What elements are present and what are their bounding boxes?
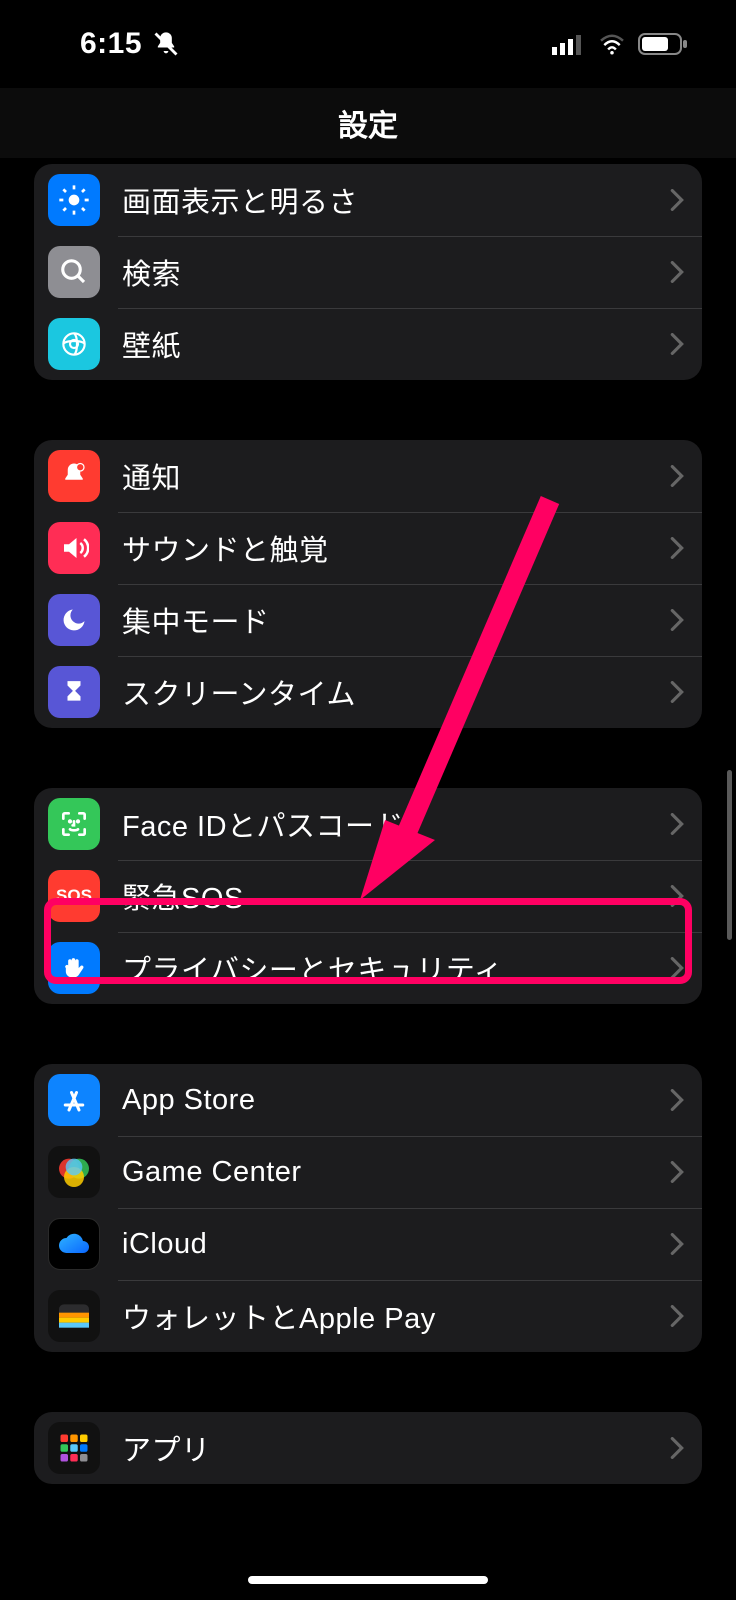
nav-bar: 設定 (0, 88, 736, 158)
row-label: 画面表示と明るさ (122, 179, 670, 221)
row-game-center[interactable]: Game Center (34, 1136, 702, 1208)
row-focus[interactable]: 集中モード (34, 584, 702, 656)
home-indicator[interactable] (248, 1576, 488, 1584)
ios-settings-screen: 6:15 (0, 0, 736, 1600)
row-label: スクリーンタイム (122, 671, 670, 713)
row-face-id-passcode[interactable]: Face IDとパスコード (34, 788, 702, 860)
bell-icon (48, 450, 100, 502)
row-label: Face IDとパスコード (122, 803, 670, 845)
row-label: 集中モード (122, 599, 670, 641)
chevron-right-icon (670, 189, 684, 211)
status-bar: 6:15 (0, 0, 736, 88)
chevron-right-icon (670, 813, 684, 835)
row-screen-time[interactable]: スクリーンタイム (34, 656, 702, 728)
settings-group-notifications: 通知 サウンドと触覚 集中モード スクリ (34, 440, 702, 728)
row-label: ウォレットとApple Pay (122, 1295, 670, 1337)
chevron-right-icon (670, 1437, 684, 1459)
row-privacy-security[interactable]: プライバシーとセキュリティ (34, 932, 702, 1004)
wallet-icon (48, 1290, 100, 1342)
chevron-right-icon (670, 1161, 684, 1183)
brightness-icon (48, 174, 100, 226)
chevron-right-icon (670, 465, 684, 487)
settings-group-display: 画面表示と明るさ 検索 壁紙 (34, 164, 702, 380)
row-label: iCloud (122, 1228, 670, 1261)
chevron-right-icon (670, 957, 684, 979)
wallpaper-icon (48, 318, 100, 370)
scroll-indicator[interactable] (727, 770, 732, 940)
row-wallet-apple-pay[interactable]: ウォレットとApple Pay (34, 1280, 702, 1352)
hourglass-icon (48, 666, 100, 718)
row-label: 壁紙 (122, 323, 670, 365)
settings-group-store: App Store Game Center iCloud (34, 1064, 702, 1352)
status-right (552, 32, 688, 56)
row-emergency-sos[interactable]: SOS 緊急SOS (34, 860, 702, 932)
row-label: Game Center (122, 1156, 670, 1189)
row-label: プライバシーとセキュリティ (122, 947, 670, 989)
chevron-right-icon (670, 261, 684, 283)
row-label: App Store (122, 1084, 670, 1117)
chevron-right-icon (670, 681, 684, 703)
apps-grid-icon (48, 1422, 100, 1474)
speaker-icon (48, 522, 100, 574)
sos-icon: SOS (48, 870, 100, 922)
gamecenter-icon (48, 1146, 100, 1198)
cellular-icon (552, 33, 586, 55)
chevron-right-icon (670, 1305, 684, 1327)
hand-icon (48, 942, 100, 994)
row-label: サウンドと触覚 (122, 527, 670, 569)
chevron-right-icon (670, 1089, 684, 1111)
status-left: 6:15 (80, 27, 180, 61)
row-sounds-haptics[interactable]: サウンドと触覚 (34, 512, 702, 584)
search-icon (48, 246, 100, 298)
chevron-right-icon (670, 1233, 684, 1255)
settings-content[interactable]: 画面表示と明るさ 検索 壁紙 (0, 158, 736, 1600)
chevron-right-icon (670, 537, 684, 559)
chevron-right-icon (670, 885, 684, 907)
wifi-icon (598, 33, 626, 55)
settings-group-apps: アプリ (34, 1412, 702, 1484)
row-notifications[interactable]: 通知 (34, 440, 702, 512)
chevron-right-icon (670, 609, 684, 631)
chevron-right-icon (670, 333, 684, 355)
row-label: 緊急SOS (122, 875, 670, 917)
silent-icon (152, 30, 180, 58)
appstore-icon (48, 1074, 100, 1126)
battery-icon (638, 32, 688, 56)
faceid-icon (48, 798, 100, 850)
sos-text: SOS (56, 886, 92, 906)
status-time: 6:15 (80, 27, 142, 61)
icloud-icon (48, 1218, 100, 1270)
row-wallpaper[interactable]: 壁紙 (34, 308, 702, 380)
moon-icon (48, 594, 100, 646)
row-display-brightness[interactable]: 画面表示と明るさ (34, 164, 702, 236)
row-apps[interactable]: アプリ (34, 1412, 702, 1484)
row-icloud[interactable]: iCloud (34, 1208, 702, 1280)
settings-group-security: Face IDとパスコード SOS 緊急SOS プライバシーとセキュリティ (34, 788, 702, 1004)
row-search[interactable]: 検索 (34, 236, 702, 308)
row-label: 通知 (122, 455, 670, 497)
row-label: アプリ (122, 1427, 670, 1469)
row-label: 検索 (122, 251, 670, 293)
row-app-store[interactable]: App Store (34, 1064, 702, 1136)
nav-title: 設定 (338, 101, 398, 145)
